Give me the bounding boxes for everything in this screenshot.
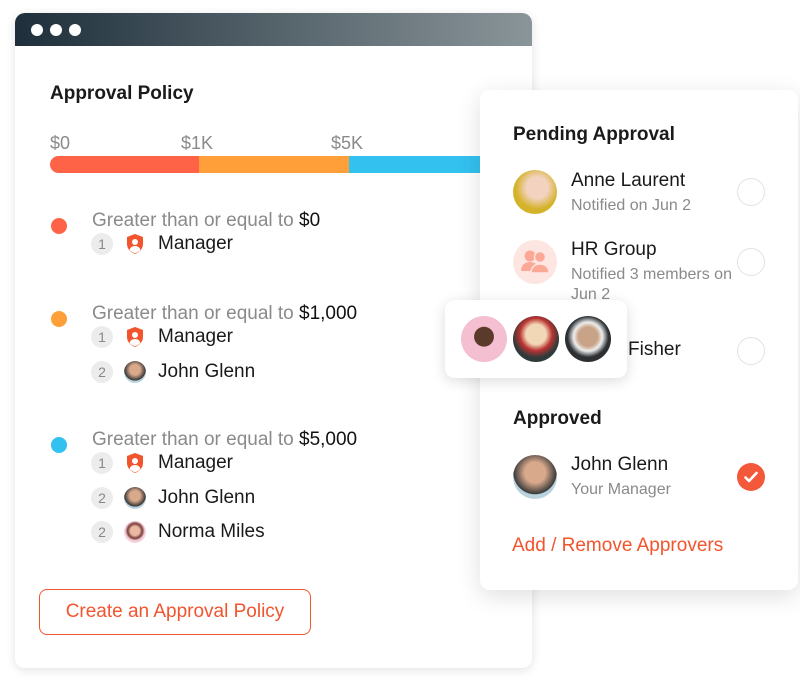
approved-heading: Approved — [513, 408, 602, 429]
scale-label: $1K — [181, 133, 214, 153]
condition-amount: $0 — [299, 210, 321, 231]
tier-condition: Greater than or equal to $0 — [92, 210, 320, 232]
avatar[interactable] — [565, 316, 611, 362]
avatar — [124, 360, 146, 383]
avatar — [124, 521, 146, 543]
scale-label: $0 — [50, 133, 71, 153]
group-members-popover — [445, 300, 627, 378]
approval-radio[interactable] — [737, 248, 765, 276]
tier-2-segment — [199, 156, 349, 173]
approver-status: Notified 3 members on Jun 2 — [571, 266, 732, 303]
step-approver: Manager — [158, 326, 233, 347]
shield-user-icon — [124, 326, 146, 348]
condition-amount: $1,000 — [299, 303, 358, 324]
threshold-bar — [50, 156, 490, 173]
tier-1-segment — [50, 156, 199, 173]
approval-step: 1 Manager — [91, 452, 233, 474]
tier-color-dot — [51, 311, 67, 327]
condition-text: Greater than or equal to — [92, 303, 300, 324]
shield-user-icon — [124, 233, 146, 255]
approval-step: 2 John Glenn — [91, 360, 256, 383]
step-number: 1 — [91, 233, 113, 255]
step-number: 1 — [91, 452, 113, 474]
avatar[interactable] — [513, 316, 559, 362]
step-number: 2 — [91, 360, 113, 383]
approval-step: 1 Manager — [91, 233, 233, 255]
approval-radio[interactable] — [737, 337, 765, 365]
approval-step: 2 John Glenn — [91, 486, 256, 509]
step-approver: Manager — [158, 452, 233, 473]
step-approver: John Glenn — [158, 486, 256, 508]
step-number: 1 — [91, 326, 113, 348]
window-titlebar — [15, 13, 532, 46]
approval-step: 2 Norma Miles — [91, 521, 265, 543]
approval-step: 1 Manager — [91, 326, 233, 348]
avatar — [513, 170, 557, 214]
group-icon[interactable] — [513, 240, 557, 284]
step-approver: John Glenn — [158, 360, 256, 382]
window-dot[interactable] — [50, 24, 62, 36]
scale-label: $5K — [331, 133, 364, 153]
approver-name: HR Group — [571, 239, 657, 260]
tier-3-segment — [349, 156, 490, 173]
create-approval-policy-button[interactable]: Create an Approval Policy — [39, 589, 311, 635]
add-remove-approvers-link[interactable]: Add / Remove Approvers — [512, 535, 723, 557]
tier-condition: Greater than or equal to $5,000 — [92, 429, 357, 451]
window-dot[interactable] — [31, 24, 43, 36]
tier-color-dot — [51, 437, 67, 453]
avatar — [513, 455, 557, 499]
avatar — [124, 486, 146, 509]
pending-approval-heading: Pending Approval — [513, 124, 675, 145]
step-approver: Norma Miles — [158, 521, 265, 542]
avatar[interactable] — [461, 316, 507, 362]
approver-status: Your Manager — [571, 481, 671, 498]
window-dot[interactable] — [69, 24, 81, 36]
approver-status: Notified on Jun 2 — [571, 197, 692, 214]
step-approver: Manager — [158, 233, 233, 254]
condition-text: Greater than or equal to — [92, 210, 300, 231]
tier-color-dot — [51, 218, 67, 234]
approver-name: Anne Laurent — [571, 170, 686, 191]
approver-name: John Glenn — [571, 454, 669, 475]
page-title: Approval Policy — [50, 83, 194, 104]
condition-text: Greater than or equal to — [92, 429, 300, 450]
approval-radio[interactable] — [737, 178, 765, 206]
checkmark-icon[interactable] — [737, 463, 765, 491]
condition-amount: $5,000 — [299, 429, 358, 450]
approver-name: Fisher — [628, 339, 681, 360]
tier-condition: Greater than or equal to $1,000 — [92, 303, 357, 325]
step-number: 2 — [91, 486, 113, 509]
step-number: 2 — [91, 521, 113, 543]
shield-user-icon — [124, 452, 146, 474]
